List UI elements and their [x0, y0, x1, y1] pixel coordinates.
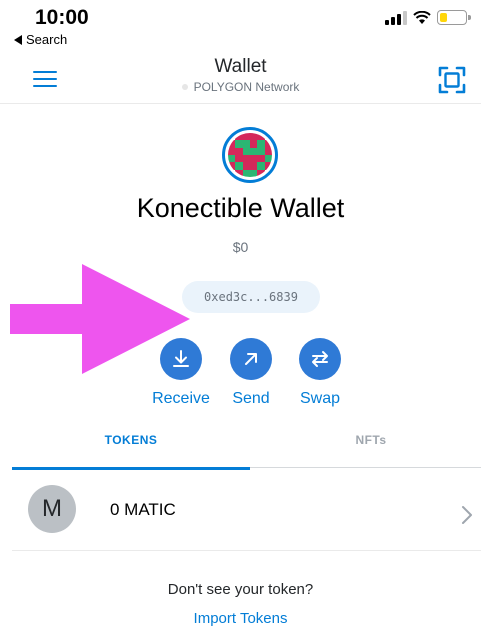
status-time: 10:00: [35, 6, 89, 29]
scan-qr-icon[interactable]: [438, 66, 466, 94]
swap-button[interactable]: Swap: [280, 338, 360, 408]
network-name: POLYGON Network: [193, 80, 300, 94]
token-balance: 0 MATIC: [110, 500, 176, 519]
send-button[interactable]: Send: [211, 338, 291, 408]
token-icon: M: [28, 485, 76, 533]
swap-label: Swap: [299, 390, 341, 407]
asset-tabs: TOKENS NFTs: [12, 424, 481, 470]
chevron-right-icon: [462, 506, 472, 524]
receive-button[interactable]: Receive: [141, 338, 221, 408]
back-to-search-link[interactable]: Search: [14, 32, 67, 47]
swap-arrows-icon: [299, 338, 341, 380]
wifi-icon: [413, 10, 431, 24]
network-indicator[interactable]: POLYGON Network: [0, 80, 481, 94]
send-label: Send: [232, 390, 270, 407]
back-label: Search: [26, 32, 68, 47]
status-indicators: [385, 10, 471, 25]
account-name[interactable]: Konectible Wallet: [0, 193, 481, 224]
back-triangle-icon: [14, 34, 22, 45]
wallet-header: Wallet POLYGON Network: [0, 52, 481, 104]
tab-tokens[interactable]: TOKENS: [12, 424, 250, 470]
missing-token-prompt: Don't see your token?: [167, 581, 314, 598]
token-list-item[interactable]: M 0 MATIC: [12, 469, 481, 551]
identicon-avatar[interactable]: [222, 127, 278, 183]
battery-icon: [437, 10, 471, 25]
account-address-pill[interactable]: 0xed3c...6839: [182, 281, 320, 313]
page-title: Wallet: [214, 56, 267, 77]
receive-label: Receive: [152, 390, 210, 407]
import-tokens-link[interactable]: Import Tokens: [0, 610, 481, 627]
network-dot-icon: [181, 84, 188, 90]
account-balance: $0: [232, 239, 249, 255]
cellular-signal-icon: [385, 10, 407, 25]
tab-nfts[interactable]: NFTs: [252, 424, 481, 468]
download-icon: [160, 338, 202, 380]
identicon-grid: [228, 133, 272, 177]
arrow-up-right-icon: [230, 338, 272, 380]
battery-fill: [440, 13, 448, 22]
